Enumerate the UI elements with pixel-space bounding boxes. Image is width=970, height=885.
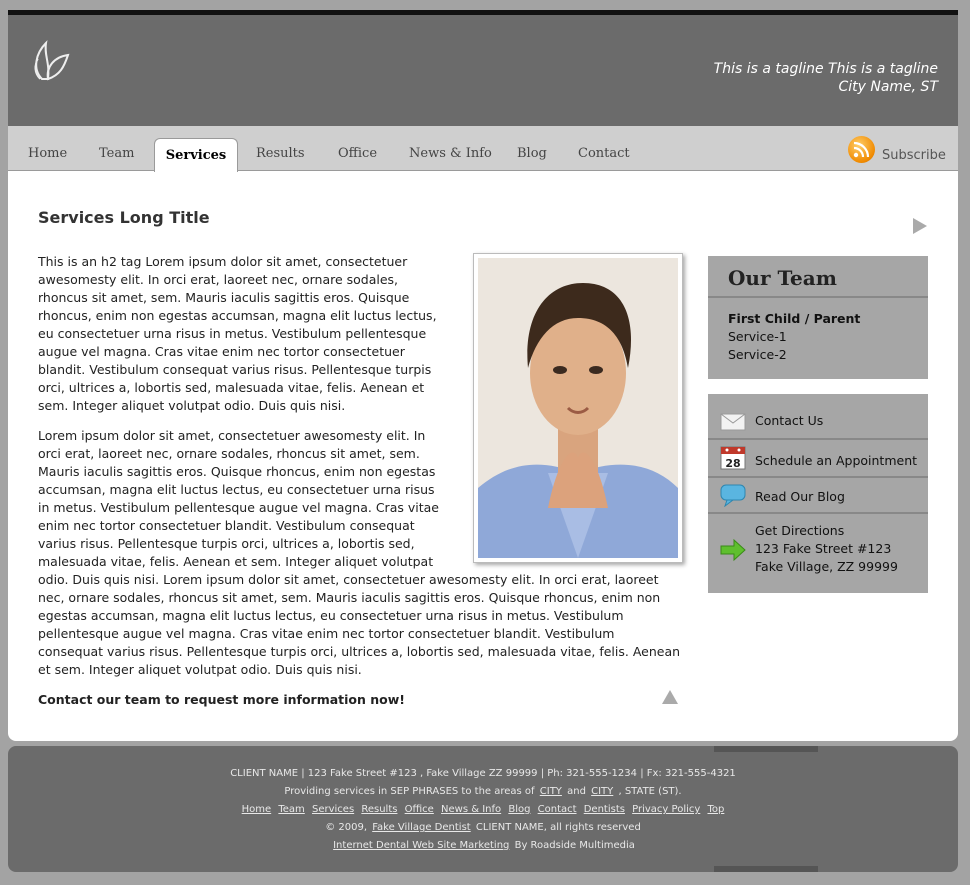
tagline-location: City Name, ST xyxy=(838,79,938,95)
our-team-title: Our Team xyxy=(708,256,928,298)
nav-tab-news[interactable]: News & Info xyxy=(409,139,492,171)
nav-tab-contact[interactable]: Contact xyxy=(578,139,630,171)
nav-tab-results[interactable]: Results xyxy=(256,139,305,171)
get-directions-link[interactable]: Get Directions 123 Fake Street #123 Fake… xyxy=(708,512,928,593)
footer-nav: Home Team Services Results Office News &… xyxy=(8,804,958,815)
footer-link-news[interactable]: News & Info xyxy=(441,804,501,815)
copyright-link[interactable]: Fake Village Dentist xyxy=(372,822,471,833)
page-title: Services Long Title xyxy=(38,208,210,227)
footer-link-privacy[interactable]: Privacy Policy xyxy=(632,804,700,815)
rss-icon[interactable] xyxy=(848,136,875,163)
footer-link-dentists[interactable]: Dentists xyxy=(584,804,625,815)
footer-areas-text: Providing services in SEP PHRASES to the… xyxy=(284,786,535,797)
subscribe-link[interactable]: Subscribe xyxy=(882,148,946,163)
our-team-box: Our Team First Child / Parent Service-1 … xyxy=(708,256,928,379)
footer-tab-decoration-bottom xyxy=(714,866,818,872)
envelope-icon xyxy=(720,413,746,431)
footer-state-text: , STATE (ST). xyxy=(618,786,682,797)
footer-and-text: and xyxy=(567,786,586,797)
speech-bubble-icon xyxy=(720,484,746,507)
cta-text: Contact our team to request more informa… xyxy=(38,692,405,707)
team-item-service-1[interactable]: Service-1 xyxy=(728,328,908,346)
green-arrow-icon xyxy=(720,538,746,562)
footer-link-blog[interactable]: Blog xyxy=(508,804,530,815)
footer-city-link-2[interactable]: CITY xyxy=(591,786,613,797)
footer-copyright: © 2009, Fake Village Dentist CLIENT NAME… xyxy=(8,822,958,833)
back-to-top-icon[interactable] xyxy=(662,690,678,704)
team-item-parent[interactable]: First Child / Parent xyxy=(728,310,908,328)
nav-tab-blog[interactable]: Blog xyxy=(517,139,547,171)
footer: CLIENT NAME | 123 Fake Street #123 , Fak… xyxy=(8,746,958,872)
marketing-link[interactable]: Internet Dental Web Site Marketing xyxy=(333,840,509,851)
team-item-service-2[interactable]: Service-2 xyxy=(728,346,908,364)
nav-tab-services[interactable]: Services xyxy=(154,138,238,172)
calendar-day: 28 xyxy=(725,457,740,470)
schedule-appointment-label: Schedule an Appointment xyxy=(755,453,918,468)
credits-text: By Roadside Multimedia xyxy=(514,840,635,851)
header: This is a tagline This is a tagline City… xyxy=(8,10,958,126)
schedule-appointment-link[interactable]: 28 Schedule an Appointment xyxy=(708,438,928,476)
play-arrow-icon[interactable] xyxy=(913,218,927,234)
portrait-image xyxy=(478,258,678,558)
footer-tab-decoration xyxy=(714,746,818,752)
footer-contact-line: CLIENT NAME | 123 Fake Street #123 , Fak… xyxy=(230,768,736,779)
footer-link-results[interactable]: Results xyxy=(361,804,397,815)
footer-link-top[interactable]: Top xyxy=(707,804,724,815)
footer-link-office[interactable]: Office xyxy=(405,804,434,815)
main-nav: Home Team Services Results Office News &… xyxy=(8,126,958,172)
team-list: First Child / Parent Service-1 Service-2 xyxy=(708,298,928,376)
footer-city-link-1[interactable]: CITY xyxy=(540,786,562,797)
nav-tab-office[interactable]: Office xyxy=(338,139,377,171)
footer-link-contact[interactable]: Contact xyxy=(538,804,577,815)
calendar-icon: 28 xyxy=(720,446,746,470)
tagline: This is a tagline This is a tagline City… xyxy=(714,60,938,96)
footer-service-areas: Providing services in SEP PHRASES to the… xyxy=(8,786,958,797)
contact-us-label: Contact Us xyxy=(755,413,824,428)
footer-link-services[interactable]: Services xyxy=(312,804,354,815)
contact-us-link[interactable]: Contact Us xyxy=(708,394,928,438)
page: This is a tagline This is a tagline City… xyxy=(8,10,958,741)
nav-tab-team[interactable]: Team xyxy=(99,139,134,171)
directions-address: Get Directions 123 Fake Street #123 Fake… xyxy=(755,522,898,576)
footer-link-team[interactable]: Team xyxy=(278,804,304,815)
directions-street: 123 Fake Street #123 xyxy=(755,541,892,556)
staff-photo xyxy=(473,253,683,563)
nav-tab-home[interactable]: Home xyxy=(28,139,67,171)
read-blog-label: Read Our Blog xyxy=(755,489,845,504)
tagline-text: This is a tagline This is a tagline xyxy=(713,61,938,77)
footer-credits: Internet Dental Web Site Marketing By Ro… xyxy=(8,840,958,851)
quick-links-box: Contact Us 28 Schedule an Appointment Re… xyxy=(708,394,928,593)
logo-icon[interactable] xyxy=(28,39,72,83)
copyright-year: © 2009, xyxy=(325,822,367,833)
footer-link-home[interactable]: Home xyxy=(242,804,272,815)
copyright-text: CLIENT NAME, all rights reserved xyxy=(475,822,641,833)
read-blog-link[interactable]: Read Our Blog xyxy=(708,476,928,512)
directions-city: Fake Village, ZZ 99999 xyxy=(755,559,898,574)
main-content: This is an h2 tag Lorem ipsum dolor sit … xyxy=(38,253,683,709)
directions-title: Get Directions xyxy=(755,523,845,538)
